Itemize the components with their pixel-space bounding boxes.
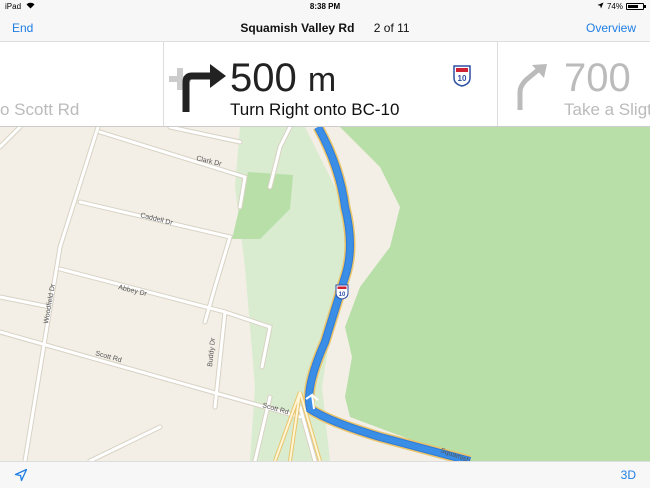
previous-instruction: o Scott Rd — [0, 100, 80, 119]
park-area — [340, 127, 650, 461]
map-shield-number: 10 — [339, 292, 346, 298]
current-distance: 500 m — [230, 56, 336, 101]
navigation-bar: End Squamish Valley Rd 2 of 11 Overview — [0, 14, 650, 42]
battery-fill — [628, 5, 638, 8]
bottom-toolbar: 3D — [0, 461, 650, 488]
map-highway-shield-icon: 10 — [335, 284, 349, 300]
3d-button[interactable]: 3D — [621, 468, 636, 482]
status-right: 74% — [597, 2, 646, 11]
next-distance: 700 — [564, 56, 631, 100]
previous-direction-card[interactable]: o Scott Rd — [0, 42, 191, 126]
current-direction-card[interactable]: 500 m Turn Right onto BC-10 10 — [164, 42, 498, 126]
status-bar: iPad 8:38 PM 74% — [0, 0, 650, 14]
slight-right-arrow-icon — [514, 62, 550, 117]
step-counter: 2 of 11 — [373, 21, 410, 35]
next-instruction: Take a Sligt — [564, 100, 650, 119]
current-instruction: Turn Right onto BC-10 — [230, 100, 400, 119]
clock: 8:38 PM — [309, 2, 341, 11]
map-view[interactable]: 10 Clark Dr Caddell Dr Abbey Dr Woodfiel… — [0, 127, 650, 461]
battery-icon — [626, 3, 646, 10]
next-direction-card[interactable]: 700 Take a Sligt — [498, 42, 650, 126]
location-arrow-icon[interactable] — [14, 468, 28, 482]
current-distance-unit: m — [307, 61, 337, 99]
battery-percent: 74% — [606, 2, 623, 11]
map-canvas[interactable]: 10 Clark Dr Caddell Dr Abbey Dr Woodfiel… — [0, 127, 650, 461]
bc-highway-shield-icon: 10 — [453, 65, 471, 87]
overview-button[interactable]: Overview — [586, 21, 636, 35]
directions-banner[interactable]: o Scott Rd 500 m Turn Right onto BC-10 1… — [0, 42, 650, 127]
turn-right-arrow-icon — [178, 58, 232, 119]
location-services-icon — [597, 2, 604, 11]
route-title: Squamish Valley Rd 2 of 11 — [0, 21, 650, 35]
shield-number: 10 — [458, 74, 467, 83]
current-distance-value: 500 — [230, 56, 297, 100]
road-name: Squamish Valley Rd — [240, 21, 355, 35]
